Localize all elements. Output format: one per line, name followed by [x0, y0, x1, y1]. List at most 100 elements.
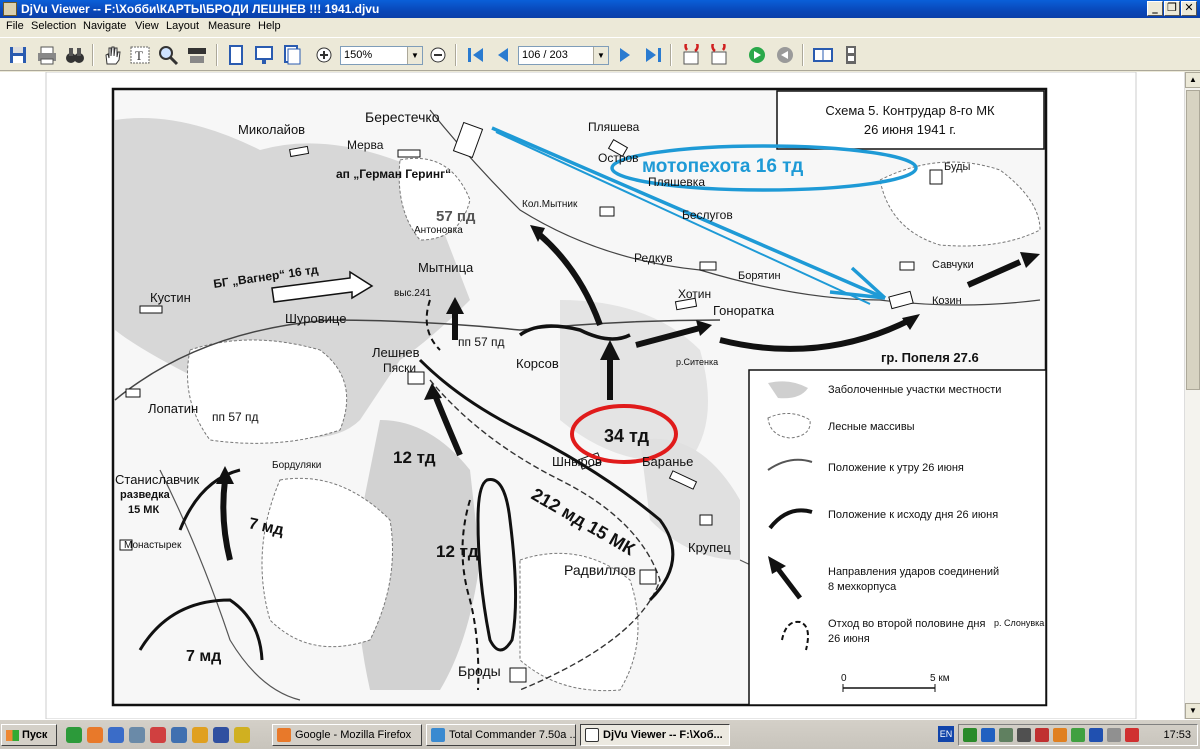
label-brody: Броды — [458, 663, 501, 679]
previous-page-icon[interactable] — [492, 44, 514, 66]
tray-icon[interactable] — [1089, 728, 1103, 742]
close-button[interactable]: ✕ — [1181, 1, 1197, 16]
last-page-icon[interactable] — [642, 44, 664, 66]
quicklaunch-icon[interactable] — [108, 727, 124, 743]
label-razvedka: разведка — [120, 489, 171, 501]
label-gonoratka: Гонoратка — [713, 303, 775, 318]
menu-file[interactable]: File — [6, 20, 24, 32]
label-mytnitsa: Мытница — [418, 260, 474, 275]
toolbar-separator — [216, 44, 218, 66]
save-icon[interactable] — [7, 44, 29, 66]
tray-icon[interactable] — [1071, 728, 1085, 742]
quicklaunch-icon[interactable] — [171, 727, 187, 743]
label-bordulyaki: Бордуляки — [272, 460, 321, 471]
legend-item: 26 июня — [828, 633, 870, 645]
quicklaunch-icon[interactable] — [150, 727, 166, 743]
fit-width-icon[interactable] — [253, 44, 275, 66]
single-page-icon[interactable] — [225, 44, 247, 66]
label-sytenka: р.Ситенка — [676, 357, 718, 367]
menu-bar: File Selection Navigate View Layout Meas… — [0, 18, 1200, 36]
toolbar-separator — [802, 44, 804, 66]
menu-navigate[interactable]: Navigate — [83, 20, 126, 32]
label-pyaski: Пяски — [383, 361, 416, 375]
blue-annotation-text: мотопехота 16 тд — [642, 156, 803, 177]
firefox-icon[interactable] — [87, 727, 103, 743]
back-history-icon[interactable] — [680, 38, 702, 66]
go-back-gray-icon[interactable] — [774, 44, 796, 66]
menu-layout[interactable]: Layout — [166, 20, 199, 32]
go-forward-green-icon[interactable] — [746, 44, 768, 66]
map-title-line1: Схема 5. Контрудар 8-го МК — [825, 103, 995, 118]
document-view[interactable]: Схема 5. Контрудар 8-го МК 26 июня 1941 … — [0, 72, 1184, 719]
chevron-down-icon[interactable]: ▼ — [407, 47, 422, 64]
taskbar-total-commander[interactable]: Total Commander 7.50a ... — [426, 724, 576, 746]
label-antonovka: Антоновка — [414, 225, 463, 236]
scrollbar-thumb[interactable] — [1186, 90, 1200, 390]
vertical-scrollbar[interactable]: ▲ ▼ — [1184, 72, 1200, 719]
chevron-down-icon[interactable]: ▼ — [593, 47, 608, 64]
thumbnails-icon[interactable] — [812, 44, 834, 66]
label-korsov: Корсов — [516, 356, 559, 371]
print-icon[interactable] — [36, 44, 58, 66]
title-bar[interactable]: DjVu Viewer -- F:\Хобби\КАРТЫ\БРОДИ ЛЕШН… — [0, 0, 1200, 18]
quicklaunch-icon[interactable] — [66, 727, 82, 743]
minimize-button[interactable]: _ — [1147, 1, 1163, 16]
scroll-down-icon[interactable]: ▼ — [1185, 703, 1200, 719]
zoom-tool-icon[interactable] — [157, 44, 179, 66]
label-budy: Буды — [944, 161, 971, 173]
red-annotation-text: 34 тд — [604, 426, 650, 446]
first-page-icon[interactable] — [465, 44, 487, 66]
film-strip-icon[interactable] — [840, 44, 862, 66]
menu-view[interactable]: View — [135, 20, 159, 32]
text-select-icon[interactable]: T — [129, 44, 151, 66]
menu-help[interactable]: Help — [258, 20, 281, 32]
menu-measure[interactable]: Measure — [208, 20, 251, 32]
forward-history-icon[interactable] — [708, 38, 730, 66]
label-12td-a: 12 тд — [393, 448, 436, 467]
label-german-gering: ап „Герман Геринг“ — [336, 167, 451, 181]
label-ostrov: Остров — [598, 151, 639, 165]
maximize-button[interactable]: ❐ — [1164, 1, 1180, 16]
tray-icon[interactable] — [981, 728, 995, 742]
map-title-line2: 26 июня 1941 г. — [864, 122, 956, 137]
page-number-select[interactable]: 106 / 203 ▼ — [518, 46, 609, 65]
tray-icon[interactable] — [1017, 728, 1031, 742]
app-icon[interactable] — [3, 2, 17, 16]
taskbar-djvu-viewer[interactable]: DjVu Viewer -- F:\Хоб... — [580, 724, 730, 746]
tray-icon[interactable] — [1107, 728, 1121, 742]
djvu-icon — [585, 728, 599, 742]
taskbar-firefox[interactable]: Google - Mozilla Firefox — [272, 724, 422, 746]
menu-selection[interactable]: Selection — [31, 20, 76, 32]
quicklaunch-icon[interactable] — [129, 727, 145, 743]
legend-item: Отход во второй половине дня — [828, 618, 986, 630]
zoom-out-icon[interactable] — [427, 44, 449, 66]
tray-icon[interactable] — [999, 728, 1013, 742]
tray-icon[interactable] — [963, 728, 977, 742]
hand-tool-icon[interactable] — [101, 44, 123, 66]
scroll-up-icon[interactable]: ▲ — [1185, 72, 1200, 88]
quicklaunch-icon[interactable] — [234, 727, 250, 743]
tray-icon[interactable] — [1053, 728, 1067, 742]
start-label: Пуск — [22, 729, 48, 741]
zoom-level-select[interactable]: 150% ▼ — [340, 46, 423, 65]
toolbar: T 150% ▼ 106 / 203 ▼ — [0, 37, 1200, 71]
windows-logo-icon — [6, 730, 19, 741]
label-kustin: Кустин — [150, 290, 191, 305]
label-pp57c: пп 57 пд — [212, 410, 259, 424]
next-page-icon[interactable] — [614, 44, 636, 66]
page-number-value: 106 / 203 — [522, 49, 568, 61]
continuous-page-icon[interactable] — [281, 44, 303, 66]
find-binoculars-icon[interactable] — [64, 44, 86, 66]
label-vys241: выс.241 — [394, 288, 431, 299]
quicklaunch-icon[interactable] — [192, 727, 208, 743]
start-button[interactable]: Пуск — [1, 724, 57, 746]
language-indicator[interactable]: EN — [938, 726, 954, 742]
tray-icon[interactable] — [1035, 728, 1049, 742]
tray-icon[interactable] — [1125, 728, 1139, 742]
zoom-in-icon[interactable] — [313, 44, 335, 66]
clock: 17:53 — [1163, 729, 1191, 741]
forest-area — [187, 339, 348, 444]
toolbar-separator — [670, 44, 672, 66]
quicklaunch-icon[interactable] — [213, 727, 229, 743]
ruler-measure-icon[interactable] — [186, 44, 208, 66]
